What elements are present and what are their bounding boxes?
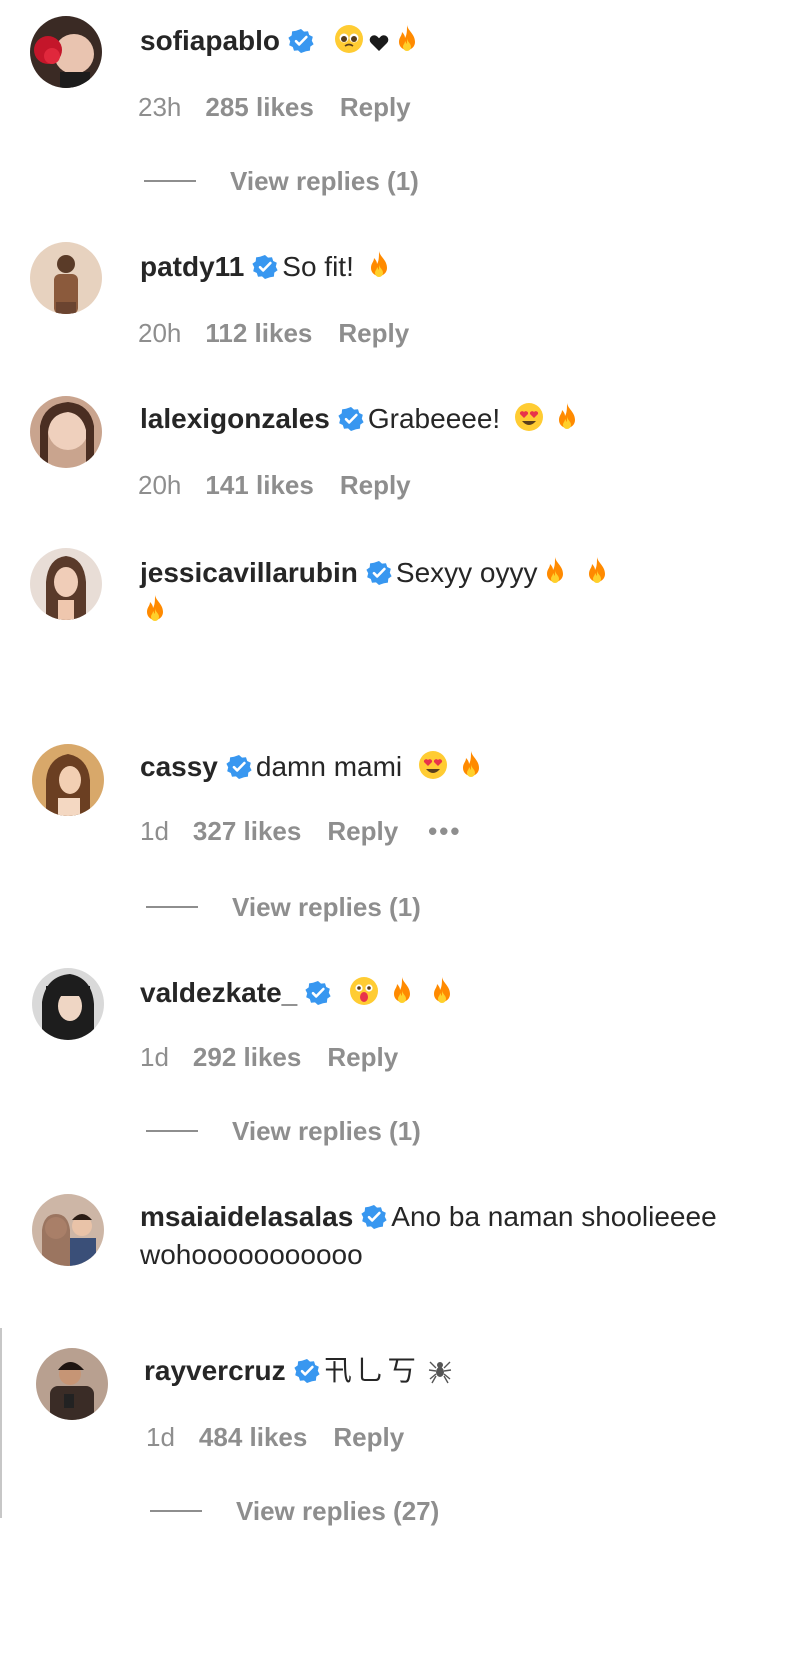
reply-button[interactable]: Reply <box>327 1042 398 1072</box>
likes-count[interactable]: 141 likes <box>205 470 313 500</box>
pleading-face-emoji-icon <box>334 24 364 54</box>
view-replies-label: View replies (1) <box>230 166 419 196</box>
view-replies-button[interactable]: View replies (1) <box>146 1116 421 1146</box>
comment-line: patdy11 So fit! <box>140 250 392 284</box>
astonished-face-emoji-icon <box>349 976 379 1006</box>
avatar[interactable] <box>32 744 104 816</box>
view-replies-button[interactable]: View replies (27) <box>150 1496 439 1526</box>
scroll-edge <box>0 1328 2 1518</box>
fire-emoji-icon <box>389 976 415 1006</box>
comment-meta: 20h 112 likes Reply <box>138 318 409 348</box>
comment-meta: 1d 484 likes Reply <box>146 1422 404 1452</box>
comment-line-2 <box>142 594 168 628</box>
comment-meta: 1d 292 likes Reply <box>140 1042 398 1072</box>
fire-emoji-icon <box>554 402 580 432</box>
verified-badge-icon <box>305 980 331 1006</box>
timestamp: 1d <box>146 1422 175 1452</box>
view-replies-button[interactable]: View replies (1) <box>146 892 421 922</box>
reply-button[interactable]: Reply <box>333 1422 404 1452</box>
username[interactable]: patdy11 <box>140 251 244 282</box>
comment-text: Ano ba naman shoolieeee <box>391 1201 717 1232</box>
comment-meta: 20h 141 likes Reply <box>138 470 411 500</box>
fire-emoji-icon <box>542 556 568 586</box>
verified-badge-icon <box>366 560 392 586</box>
fire-emoji-icon <box>458 750 484 780</box>
timestamp: 20h <box>138 318 182 348</box>
comment-meta: 23h 285 likes Reply <box>138 92 411 122</box>
view-replies-button[interactable]: View replies (1) <box>144 166 419 196</box>
comment-text-continued: wohooooooooooo <box>140 1239 363 1270</box>
comment-text: So fit! <box>282 251 354 282</box>
username[interactable]: lalexigonzales <box>140 403 330 434</box>
avatar[interactable] <box>30 242 102 314</box>
comment-line: rayvercruz 卂乚丂 <box>144 1354 452 1388</box>
username[interactable]: jessicavillarubin <box>140 557 358 588</box>
reply-button[interactable]: Reply <box>340 92 411 122</box>
likes-count[interactable]: 112 likes <box>205 318 312 348</box>
verified-badge-icon <box>361 1204 387 1230</box>
comment-text: Grabeeee! <box>367 403 501 434</box>
verified-badge-icon <box>294 1358 320 1384</box>
more-options-icon[interactable]: ••• <box>428 816 461 846</box>
avatar[interactable] <box>32 1194 104 1266</box>
verified-badge-icon <box>338 406 364 432</box>
reply-button[interactable]: Reply <box>327 816 398 846</box>
timestamp: 1d <box>140 816 169 846</box>
username[interactable]: msaiaidelasalas <box>140 1201 353 1232</box>
verified-badge-icon <box>288 28 314 54</box>
comment-meta: 1d 327 likes Reply ••• <box>140 816 461 846</box>
avatar[interactable] <box>30 548 102 620</box>
comment-text: 卂乚丂 <box>323 1355 420 1386</box>
avatar[interactable] <box>32 968 104 1040</box>
divider <box>146 906 198 908</box>
divider <box>146 1130 198 1132</box>
view-replies-label: View replies (27) <box>236 1496 440 1526</box>
fire-emoji-icon <box>584 556 610 586</box>
verified-badge-icon <box>226 754 252 780</box>
comment-line: jessicavillarubin Sexyy oyyy <box>140 556 610 590</box>
timestamp: 23h <box>138 92 182 122</box>
username[interactable]: sofiapablo <box>140 25 280 56</box>
heart-eyes-emoji-icon <box>418 750 448 780</box>
spider-emoji-icon <box>428 1356 452 1384</box>
avatar[interactable] <box>30 16 102 88</box>
likes-count[interactable]: 285 likes <box>205 92 313 122</box>
verified-badge-icon <box>252 254 278 280</box>
comment-text: Sexyy oyyy <box>395 557 538 588</box>
likes-count[interactable]: 484 likes <box>199 1422 307 1452</box>
fire-emoji-icon <box>142 594 168 624</box>
username[interactable]: cassy <box>140 751 218 782</box>
view-replies-label: View replies (1) <box>232 1116 421 1146</box>
fire-emoji-icon <box>429 976 455 1006</box>
view-replies-label: View replies (1) <box>232 892 421 922</box>
divider <box>150 1510 202 1512</box>
black-heart-icon <box>368 32 390 54</box>
comment-text: damn mami <box>255 751 403 782</box>
comment-line: msaiaidelasalas Ano ba naman shoolieeee <box>140 1200 717 1234</box>
timestamp: 20h <box>138 470 182 500</box>
reply-button[interactable]: Reply <box>340 470 411 500</box>
likes-count[interactable]: 292 likes <box>193 1042 301 1072</box>
reply-button[interactable]: Reply <box>338 318 409 348</box>
fire-emoji-icon <box>366 250 392 280</box>
likes-count[interactable]: 327 likes <box>193 816 301 846</box>
comment-line: lalexigonzales Grabeeee! <box>140 402 580 436</box>
comment-line: sofiapablo <box>140 24 420 58</box>
comment-line-2: wohooooooooooo <box>140 1238 363 1272</box>
comment-line: valdezkate_ <box>140 976 455 1010</box>
username[interactable]: valdezkate_ <box>140 977 297 1008</box>
avatar[interactable] <box>30 396 102 468</box>
fire-emoji-icon <box>394 24 420 54</box>
comment-line: cassy damn mami <box>140 750 484 784</box>
heart-eyes-emoji-icon <box>514 402 544 432</box>
avatar[interactable] <box>36 1348 108 1420</box>
divider <box>144 180 196 182</box>
username[interactable]: rayvercruz <box>144 1355 286 1386</box>
timestamp: 1d <box>140 1042 169 1072</box>
